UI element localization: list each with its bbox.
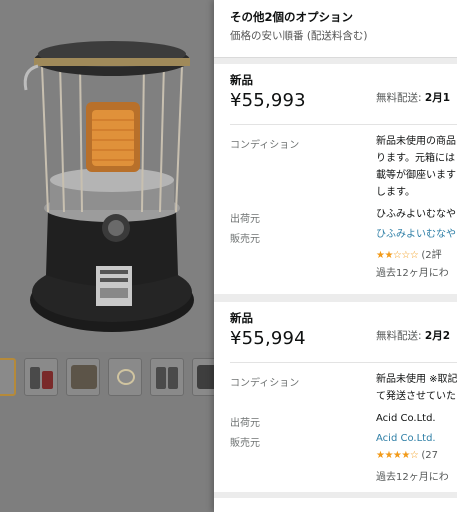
offer-condition: 新品 <box>230 73 253 87</box>
seller-link[interactable]: Acid Co.Ltd. <box>376 430 436 447</box>
sold-by-label: 販売元 <box>230 438 260 449</box>
offer-price: ¥55,994 <box>230 328 306 349</box>
product-image-area <box>0 0 214 352</box>
thumbnail-image[interactable] <box>66 358 100 396</box>
shipping-info: 無料配送: 2月2 <box>376 330 451 342</box>
shipping-info: 無料配送: 2月1 <box>376 92 451 104</box>
offer-card: 新品 ¥55,994 無料配送: 2月2 コンディション 新品未使用 ※取記 て… <box>214 302 457 492</box>
star-rating-icon: ★★★★☆ <box>376 450 419 461</box>
thumbnail-strip <box>0 358 226 400</box>
offer-card: 新品 ¥55,993 無料配送: 2月1 コンディション 新品未使用の商品 りま… <box>214 64 457 294</box>
ships-from-value: ひふみよいむなや <box>376 209 456 220</box>
divider <box>230 362 457 363</box>
offer-card <box>214 498 457 512</box>
condition-text: 新品未使用 ※取記 て発送させていた <box>376 374 457 402</box>
ships-from-label: 出荷元 <box>230 418 260 429</box>
condition-label: コンディション <box>230 140 300 151</box>
rating-count: (27 <box>421 450 438 461</box>
thumbnail-image[interactable] <box>0 358 16 396</box>
thumbnail-image[interactable] <box>150 358 184 396</box>
ships-from-label: 出荷元 <box>230 214 260 225</box>
thumbnail-image[interactable] <box>24 358 58 396</box>
seller-link[interactable]: ひふみよいむなや <box>376 226 456 243</box>
sold-by-label: 販売元 <box>230 234 260 245</box>
condition-label: コンディション <box>230 378 300 389</box>
ships-from-value: Acid Co.Ltd. <box>376 413 436 424</box>
thumbnail-image[interactable] <box>108 358 142 396</box>
seller-rating[interactable]: ★★★★☆ (27 <box>376 450 438 461</box>
offer-price: ¥55,993 <box>230 90 306 111</box>
condition-text: 新品未使用の商品 ります。元箱には 載等が御座います します。 <box>376 136 456 198</box>
star-rating-icon: ★★☆☆☆ <box>376 250 419 261</box>
sort-order-label: 価格の安い順番 (配送料含む) <box>230 30 368 42</box>
rating-count: (2評 <box>421 250 442 261</box>
other-options-panel: その他2個のオプション 価格の安い順番 (配送料含む) 新品 ¥55,993 無… <box>214 0 457 512</box>
rating-period: 過去12ヶ月にわ <box>376 268 449 279</box>
seller-rating[interactable]: ★★☆☆☆ (2評 <box>376 246 442 261</box>
rating-period: 過去12ヶ月にわ <box>376 472 449 483</box>
panel-header: その他2個のオプション 価格の安い順番 (配送料含む) <box>214 0 457 58</box>
offer-condition: 新品 <box>230 311 253 325</box>
panel-title: その他2個のオプション <box>230 10 354 24</box>
heater-product-image[interactable] <box>20 30 200 340</box>
divider <box>230 124 457 125</box>
